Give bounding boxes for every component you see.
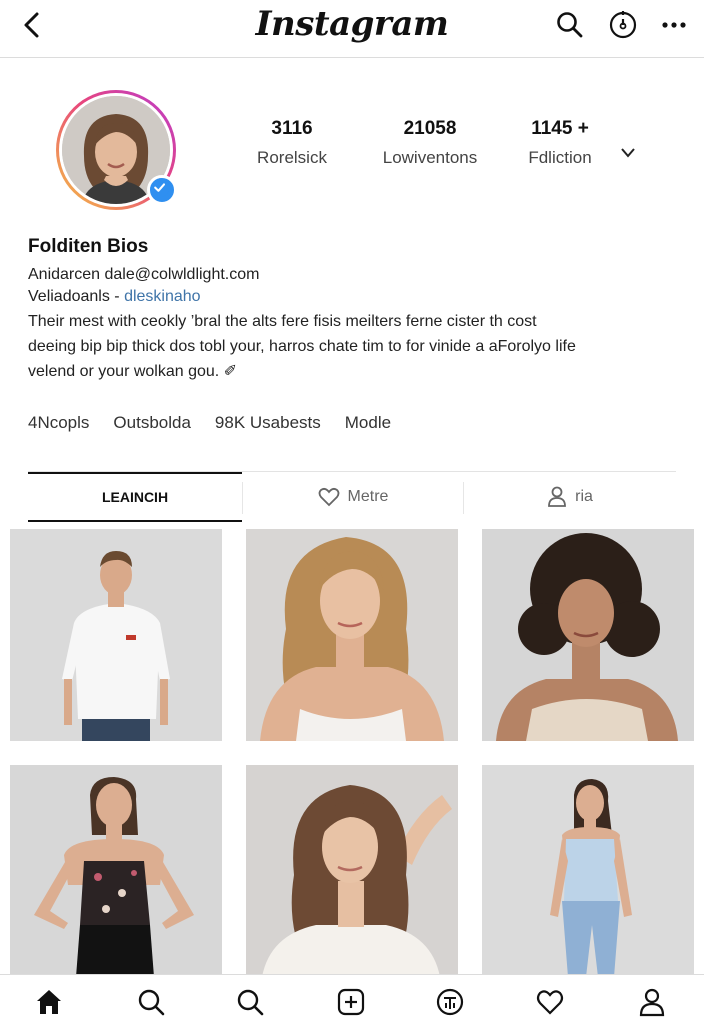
post-photo xyxy=(482,765,694,977)
post-photo xyxy=(246,765,458,977)
highlight-item[interactable]: 98K Usabests xyxy=(215,413,321,433)
profile-name: Folditen Bios xyxy=(28,236,149,257)
tab-label: LEAINCIH xyxy=(101,489,169,505)
heart-icon xyxy=(318,487,339,507)
stat-value: 3116 xyxy=(271,118,313,139)
search-icon[interactable] xyxy=(136,987,166,1017)
post-tile[interactable] xyxy=(10,765,222,977)
tab-label: ria xyxy=(575,488,593,505)
highlight-item[interactable]: Modle xyxy=(345,413,391,433)
tab-posts[interactable]: LEAINCIH xyxy=(28,472,242,522)
bio-line: Veliadoanls - dleskinaho xyxy=(28,286,678,308)
stat-label: Lowiventons xyxy=(382,148,478,167)
verified-badge-icon xyxy=(147,175,177,205)
bio-text-line-3: velend or your wolkan gou. ✐ xyxy=(28,363,238,380)
post-tile[interactable] xyxy=(482,765,694,977)
top-bar: Instagram xyxy=(0,0,704,58)
profile-bio: Folditen Bios Anidarcen dale@colwldlight… xyxy=(28,236,678,383)
tab-tagged[interactable]: ria xyxy=(464,472,676,522)
bottom-nav xyxy=(0,974,704,1024)
stat-following[interactable]: 1145 + Fdliction xyxy=(512,118,608,168)
add-post-icon[interactable] xyxy=(336,987,366,1017)
stat-posts[interactable]: 3116 Rorelsick xyxy=(240,118,344,168)
highlight-item[interactable]: Outsbolda xyxy=(113,413,191,433)
post-photo xyxy=(246,529,458,741)
bio-contact: Anidarcen dale@colwldlight.com xyxy=(28,266,260,283)
stat-label: Fdliction xyxy=(528,148,592,167)
stat-followers[interactable]: 21058 Lowiventons xyxy=(372,118,488,168)
tab-label: Metre xyxy=(347,488,389,505)
bio-prefix: Veliadoanls - xyxy=(28,288,125,305)
timer-icon[interactable] xyxy=(608,10,638,40)
post-tile[interactable] xyxy=(10,529,222,741)
stat-label: Rorelsick xyxy=(257,148,327,167)
bio-text-line-1: Their mest with ceokly ’bral the alts fe… xyxy=(28,313,537,330)
post-photo xyxy=(10,765,222,977)
post-tile[interactable] xyxy=(246,765,458,977)
more-options-icon[interactable] xyxy=(659,10,689,40)
home-icon[interactable] xyxy=(34,987,64,1017)
tab-liked[interactable]: Metre xyxy=(243,472,463,522)
profile-icon[interactable] xyxy=(637,987,667,1017)
highlights-row: 4Ncopls Outsbolda 98K Usabests Modle xyxy=(28,413,391,433)
post-tile[interactable] xyxy=(246,529,458,741)
explore-icon[interactable] xyxy=(235,987,265,1017)
post-photo xyxy=(10,529,222,741)
reels-icon[interactable] xyxy=(435,987,465,1017)
stat-value: 21058 xyxy=(403,118,457,139)
post-tile[interactable] xyxy=(482,529,694,741)
bio-text-line-2: deeing bip bip thick dos tobl your, harr… xyxy=(28,338,576,355)
post-photo xyxy=(482,529,694,741)
profile-tabs: LEAINCIH Metre ria xyxy=(28,471,676,522)
activity-heart-icon[interactable] xyxy=(535,987,565,1017)
highlight-item[interactable]: 4Ncopls xyxy=(28,413,89,433)
bio-link[interactable]: dleskinaho xyxy=(124,288,201,305)
chevron-down-icon[interactable] xyxy=(620,146,636,158)
stat-value: 1145 + xyxy=(531,118,589,139)
search-icon[interactable] xyxy=(555,10,585,40)
person-icon xyxy=(548,486,567,507)
app-logo: Instagram xyxy=(255,4,449,44)
